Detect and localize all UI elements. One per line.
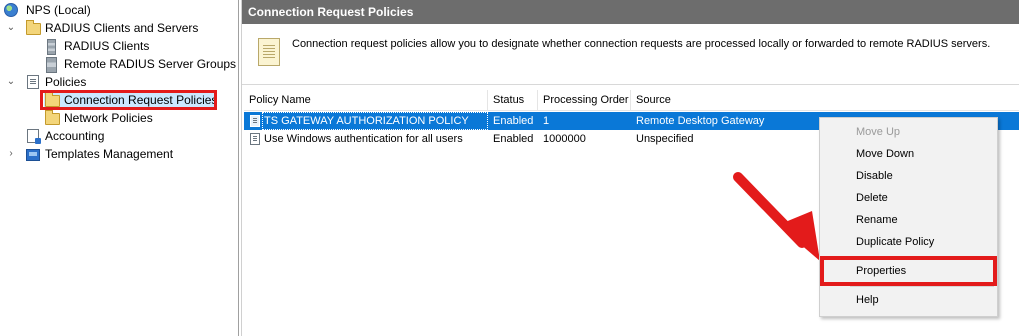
tree-node-label: Templates Management: [45, 147, 174, 161]
red-highlight-box: [820, 256, 997, 286]
tree-node-templates-management[interactable]: › Templates Management: [6, 145, 173, 163]
accounting-icon: [27, 129, 41, 144]
cell-source: Remote Desktop Gateway: [636, 115, 765, 127]
folder-icon: [45, 110, 60, 125]
tree-node-nps-local[interactable]: NPS (Local): [4, 1, 91, 19]
folder-icon: [26, 20, 41, 35]
tree-node-radius-clients-servers[interactable]: ⌄ RADIUS Clients and Servers: [6, 19, 198, 37]
tree-node-radius-clients[interactable]: RADIUS Clients: [44, 37, 149, 55]
menu-item-delete[interactable]: Delete: [820, 187, 997, 209]
column-header-status[interactable]: Status: [488, 90, 538, 110]
cell-processing-order: 1: [543, 115, 550, 127]
cell-policy-name: TS GATEWAY AUTHORIZATION POLICY: [262, 112, 488, 130]
tree-node-accounting[interactable]: Accounting: [26, 127, 104, 145]
column-header-processing-order[interactable]: Processing Order: [538, 90, 631, 110]
menu-item-move-down[interactable]: Move Down: [820, 143, 997, 165]
policy-icon: [250, 115, 260, 127]
cell-source: Unspecified: [636, 133, 694, 145]
menu-item-rename[interactable]: Rename: [820, 209, 997, 231]
tree-node-policies[interactable]: ⌄ Policies: [6, 73, 86, 91]
column-header-source[interactable]: Source: [631, 90, 1019, 110]
tree-node-network-policies[interactable]: Network Policies: [44, 109, 153, 127]
panel-title: Connection Request Policies: [242, 0, 1019, 24]
templates-icon: [26, 149, 40, 161]
red-highlight-box: [40, 90, 217, 110]
menu-item-move-up[interactable]: Move Up: [820, 121, 997, 143]
tree-node-label: RADIUS Clients and Servers: [45, 21, 199, 35]
red-arrow-annotation: [733, 172, 820, 261]
table-header: Policy Name Status Processing Order Sour…: [244, 90, 1019, 111]
policy-icon: [250, 133, 260, 145]
cell-policy-name: Use Windows authentication for all users: [264, 133, 463, 145]
server-icon: [47, 39, 56, 55]
tree-node-label: Network Policies: [64, 111, 153, 125]
menu-separator: [850, 286, 994, 287]
chevron-right-icon[interactable]: ›: [6, 145, 16, 163]
cell-status: Enabled: [493, 133, 534, 145]
column-header-policy-name[interactable]: Policy Name: [244, 90, 488, 110]
info-text: Connection request policies allow you to…: [292, 38, 991, 50]
context-menu: Move Up Move Down Disable Delete Rename …: [819, 117, 998, 317]
info-banner: Connection request policies allow you to…: [242, 26, 1019, 85]
document-icon: [258, 38, 280, 66]
cell-processing-order: 1000000: [543, 133, 586, 145]
tree-node-label: Policies: [45, 75, 87, 89]
cell-status: Enabled: [493, 115, 534, 127]
globe-icon: [4, 3, 18, 17]
menu-item-disable[interactable]: Disable: [820, 165, 997, 187]
menu-item-help[interactable]: Help: [820, 289, 997, 311]
server-group-icon: [46, 57, 57, 73]
tree-node-label: Remote RADIUS Server Groups: [64, 57, 237, 71]
menu-item-duplicate-policy[interactable]: Duplicate Policy: [820, 231, 997, 253]
policy-doc-icon: [27, 75, 39, 89]
console-tree: NPS (Local) ⌄ RADIUS Clients and Servers…: [0, 0, 239, 336]
chevron-down-icon[interactable]: ⌄: [6, 19, 16, 37]
chevron-down-icon[interactable]: ⌄: [6, 73, 16, 91]
tree-node-label: NPS (Local): [26, 3, 91, 17]
tree-node-label: Accounting: [45, 129, 105, 143]
tree-node-remote-radius-server-groups[interactable]: Remote RADIUS Server Groups: [44, 55, 236, 73]
tree-node-label: RADIUS Clients: [64, 39, 150, 53]
